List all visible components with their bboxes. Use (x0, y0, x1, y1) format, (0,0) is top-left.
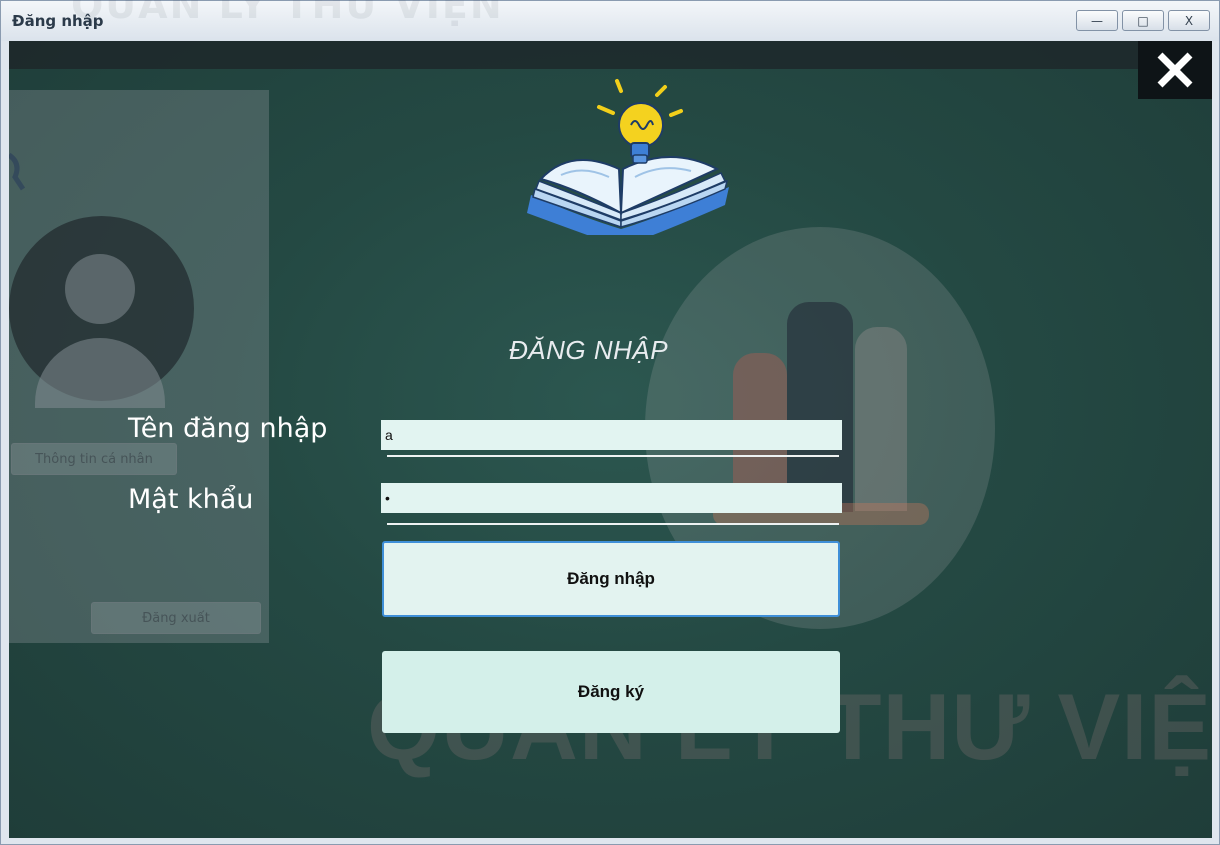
background-search-icon (9, 152, 26, 191)
login-button[interactable]: Đăng nhập (382, 541, 840, 617)
minimize-icon: — (1091, 13, 1103, 28)
background-profile-button: Thông tin cá nhân (11, 443, 177, 475)
password-label: Mật khẩu (128, 484, 254, 515)
register-button[interactable]: Đăng ký (382, 651, 840, 733)
title-bar[interactable]: QUẢN LÝ THƯ VIỆN Đăng nhập — □ X (1, 0, 1219, 41)
username-underline (387, 455, 839, 457)
minimize-button[interactable]: — (1076, 10, 1118, 31)
maximize-icon: □ (1137, 13, 1149, 28)
background-book-grey (855, 327, 907, 511)
close-button[interactable] (1138, 41, 1212, 99)
login-panel: Thông tin cá nhân Đăng xuất QUẢN LÝ THƯ … (9, 41, 1212, 838)
top-strip (9, 41, 1212, 69)
close-icon (1157, 52, 1193, 88)
title-bar-ghost-text: QUẢN LÝ THƯ VIỆN (71, 0, 504, 27)
window-close-button[interactable]: X (1168, 10, 1210, 31)
username-input[interactable] (381, 420, 842, 450)
maximize-button[interactable]: □ (1122, 10, 1164, 31)
form-heading: ĐĂNG NHẬP (509, 335, 669, 365)
avatar-body (35, 338, 165, 408)
background-book-dark (787, 302, 853, 512)
book-lightbulb-icon (527, 79, 729, 235)
background-avatar-icon (9, 216, 194, 408)
background-logout-button: Đăng xuất (91, 602, 261, 634)
avatar-head (65, 254, 135, 324)
password-underline (387, 523, 839, 525)
login-window: QUẢN LÝ THƯ VIỆN Đăng nhập — □ X Thông t… (0, 0, 1220, 845)
window-title: Đăng nhập (12, 12, 104, 30)
password-input[interactable] (381, 483, 842, 513)
username-label: Tên đăng nhập (128, 413, 328, 444)
window-close-icon: X (1184, 13, 1194, 28)
